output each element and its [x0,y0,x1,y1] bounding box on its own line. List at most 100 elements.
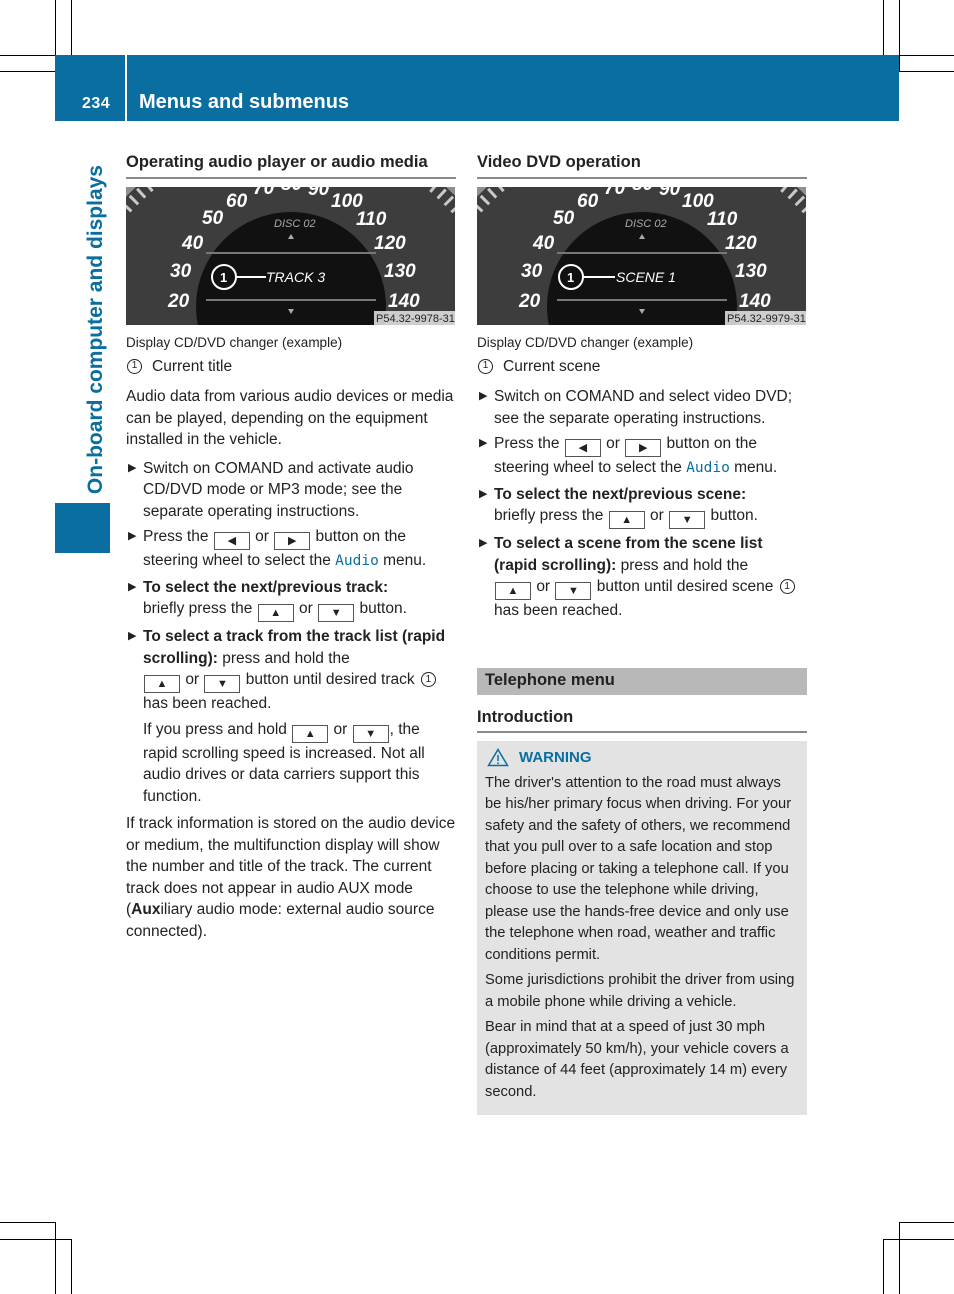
callout-number: 1 [127,358,142,374]
warning-paragraph: The driver's attention to the road must … [485,774,792,963]
current-item-label: TRACK 3 [266,269,325,285]
bullet-arrow-icon: ▶ [128,580,137,593]
speed-tick-label: 90 [659,187,681,200]
section-heading: Video DVD operation [477,152,807,179]
step-text: button until desired track [245,671,415,688]
cluster-display-figure: DISC 02 1 TRACK 3 20 30 40 50 60 70 80 9… [126,186,455,325]
crop-mark [899,55,954,56]
speedometer-illustration: DISC 02 1 TRACK 3 20 30 40 50 60 70 80 9… [126,186,455,325]
speed-tick-label: 30 [170,261,192,282]
bullet-arrow-icon: ▶ [128,461,137,474]
audio-menu-link[interactable]: Audio [335,553,379,569]
speed-tick-label: 70 [604,187,626,199]
step-text: Switch on COMAND and activate audio CD/D… [143,459,414,520]
crop-mark [883,1239,954,1240]
step-text: or [299,600,313,617]
speed-tick-label: 130 [735,261,767,282]
figure-callout: 1 [567,270,574,285]
section-heading: Operating audio player or audio media [126,152,456,179]
bullet-arrow-icon: ▶ [479,487,488,500]
crop-mark [0,71,55,72]
crop-mark [55,1222,56,1294]
step-text: button until desired scene [596,578,774,595]
figure-legend: 1 Current title [126,356,456,378]
intro-paragraph: Audio data from various audio devices or… [126,388,454,448]
warning-paragraph: Bear in mind that at a speed of just 30 … [485,1019,789,1100]
step-bold-text: To select the next/previous track: [143,578,389,596]
speed-tick-label: 80 [281,187,303,195]
instruction-step: ▶ Switch on COMAND and select video DVD;… [477,386,807,429]
callout-number: 1 [420,672,436,688]
outro-bold-text: Aux [131,901,161,918]
step-note: If you press and hold ▲ or ▼, the rapid … [126,719,456,808]
crop-mark [71,0,72,55]
legend-text: Current title [152,357,233,375]
instruction-step: ▶ To select the next/previous scene: bri… [477,484,807,529]
header-divider [125,55,127,121]
crop-mark [899,71,954,72]
up-arrow-key-icon: ▲ [257,604,294,622]
telephone-menu-section-heading: Telephone menu [477,667,807,695]
crop-mark [899,1222,954,1223]
warning-box: WARNING The driver's attention to the ro… [477,741,807,1115]
step-text: menu. [734,459,778,476]
chapter-title: Menus and submenus [139,91,350,113]
up-arrow-key-icon: ▲ [495,582,531,600]
warning-triangle-icon [487,748,509,767]
speed-tick-label: 140 [739,291,771,312]
instruction-step: ▶ To select a track from the track list … [126,626,456,715]
audio-menu-link[interactable]: Audio [686,460,730,476]
speed-tick-label: 70 [253,187,275,199]
down-arrow-key-icon: ▼ [669,511,706,529]
crop-mark [899,1222,900,1294]
step-text: or [650,507,664,524]
disc-label: DISC 02 [625,218,667,230]
speed-tick-label: 80 [632,187,654,195]
figure-caption: Display CD/DVD changer (example) [477,334,694,350]
step-text: menu. [383,552,427,569]
step-text: button. [710,507,758,524]
right-column: Video DVD operation DISC 02 1 SCENE 1 20… [477,152,807,1115]
down-arrow-key-icon: ▼ [318,604,355,622]
step-text: press and hold the [222,649,350,667]
figure-caption: Display CD/DVD changer (example) [126,334,343,350]
figure-ref-code: P54.32-9978-31 [376,313,455,325]
speed-tick-label: 120 [374,233,406,254]
instruction-step: ▶ To select a scene from the scene list … [477,533,807,622]
right-arrow-key-icon: ▶ [625,439,662,457]
figure-legend: 1 Current scene [477,356,807,378]
callout-number: 1 [478,358,493,374]
speed-tick-label: 90 [308,187,330,200]
up-arrow-key-icon: ▲ [608,511,645,529]
outro-text: iliary audio mode: external audio source… [126,901,435,940]
speed-tick-label: 50 [202,208,224,229]
bullet-arrow-icon: ▶ [128,530,137,542]
down-arrow-key-icon: ▼ [204,675,241,693]
speed-tick-label: 40 [181,233,204,254]
step-text: Switch on COMAND and select video DVD; s… [494,388,793,427]
warning-label: WARNING [519,749,592,766]
down-arrow-key-icon: ▼ [555,582,592,600]
crop-mark [0,55,55,56]
step-text: or [255,528,269,545]
figure-ref-code: P54.32-9979-31 [727,313,806,325]
speed-tick-label: 110 [707,209,738,230]
step-text: or [333,720,348,738]
step-text: or [185,671,200,688]
left-arrow-key-icon: ◀ [564,439,601,457]
instruction-step: ▶ Switch on COMAND and activate audio CD… [126,458,456,523]
callout-number: 1 [779,579,795,595]
speed-tick-label: 130 [384,261,416,282]
warning-paragraph: Some jurisdictions prohibit the driver f… [485,972,795,1010]
speed-tick-label: 30 [521,261,543,282]
step-text: briefly press the [143,600,253,617]
bullet-arrow-icon: ▶ [479,437,488,449]
left-arrow-key-icon: ◀ [213,532,250,550]
crop-mark [0,1239,71,1240]
side-tab-label: On-board computer and displays [84,165,107,495]
speed-tick-label: 40 [532,233,555,254]
up-arrow-key-icon: ▲ [292,724,329,743]
crop-mark [0,1222,55,1223]
bullet-arrow-icon: ▶ [479,390,488,402]
down-arrow-key-icon: ▼ [352,724,389,743]
